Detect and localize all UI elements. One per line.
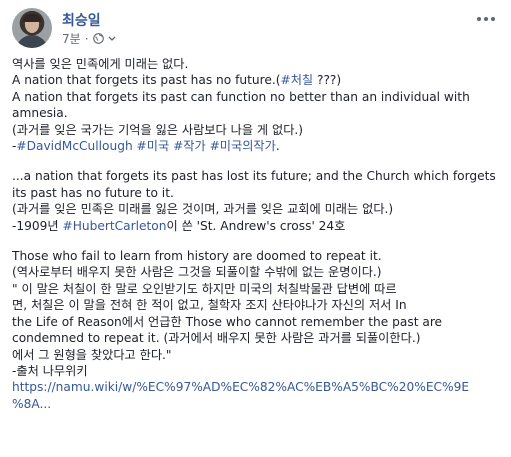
hashtag-link[interactable]: #미국 [137,139,170,153]
text-line: its past has no future to it. [12,185,174,200]
hashtag-link[interactable]: #미국의작가 [210,139,276,153]
hashtag-link[interactable]: #HubertCarleton [63,219,167,233]
meta-separator: · [84,31,89,46]
chevron-down-icon[interactable] [108,33,116,44]
text-line: amnesia. [12,106,68,121]
globe-icon[interactable] [92,33,104,44]
hashtag-link[interactable]: #DavidMcCullough [16,139,132,153]
post-header: 최승일 7분 · [12,8,499,48]
post-time[interactable]: 7분 [62,30,81,47]
paragraph-3: Those who fail to learn from history are… [12,248,502,412]
source-url-link[interactable]: https://namu.wiki/w/%EC%97%AD%EC%82%AC%E… [12,379,502,395]
text-line: condemned to repeat it. (과거에서 배우지 못한 사람은… [12,331,421,346]
text-line: A nation that forgets its past can funct… [12,89,470,104]
text-line: (과거를 잊은 민족은 미래를 잃은 것이며, 과거를 잊은 교회에 미래는 없… [12,202,394,217]
hashtag-link[interactable]: #작가 [173,139,206,153]
text-line: 에서 그 원형을 찾았다고 한다." [12,347,172,362]
more-options-icon[interactable] [475,11,497,25]
text-line: 역사를 잊은 민족에게 미래는 없다. [12,57,189,71]
text-line: -#DavidMcCullough #미국 #작가 #미국의작가. [12,139,280,154]
post-body: 역사를 잊은 민족에게 미래는 없다. A nation that forget… [12,56,502,426]
text-line: 면, 처칠은 이 말을 전혀 한 적이 없고, 철학자 조지 산타야나가 자신의… [12,298,407,313]
text-line: (과거를 잊은 국가는 기억을 잃은 사람보다 나을 게 없다.) [12,122,304,137]
text-line: ...a nation that forgets its past has lo… [12,169,496,184]
text-line: -출처 나무위키 [12,363,88,378]
hashtag-link[interactable]: #처칠 [280,73,313,87]
text-line: (역사로부터 배우지 못한 사람은 그것을 되풀이할 수밖에 없는 운명이다.) [12,265,382,280]
post-meta: 7분 · [62,30,116,47]
text-line: Those who fail to learn from history are… [12,249,382,264]
paragraph-2: ...a nation that forgets its past has lo… [12,168,502,234]
author-name[interactable]: 최승일 [62,10,101,30]
text-line: the Life of Reason에서 언급한 Those who canno… [12,314,443,329]
author-avatar[interactable] [12,8,52,48]
text-line: " 이 말은 처칠이 한 말로 오인받기도 하지만 미국의 처칠박물관 답변에 … [12,281,397,296]
text-line: -1909년 #HubertCarleton이 쓴 'St. Andrew's … [12,218,346,233]
text-line: A nation that forgets its past has no fu… [12,73,342,88]
facebook-post: 최승일 7분 · 역사를 잊은 민족에게 미래는 없다. A nation th… [0,0,511,457]
paragraph-1: 역사를 잊은 민족에게 미래는 없다. A nation that forget… [12,56,502,154]
source-url-link-continued[interactable]: %8A... [12,396,502,412]
